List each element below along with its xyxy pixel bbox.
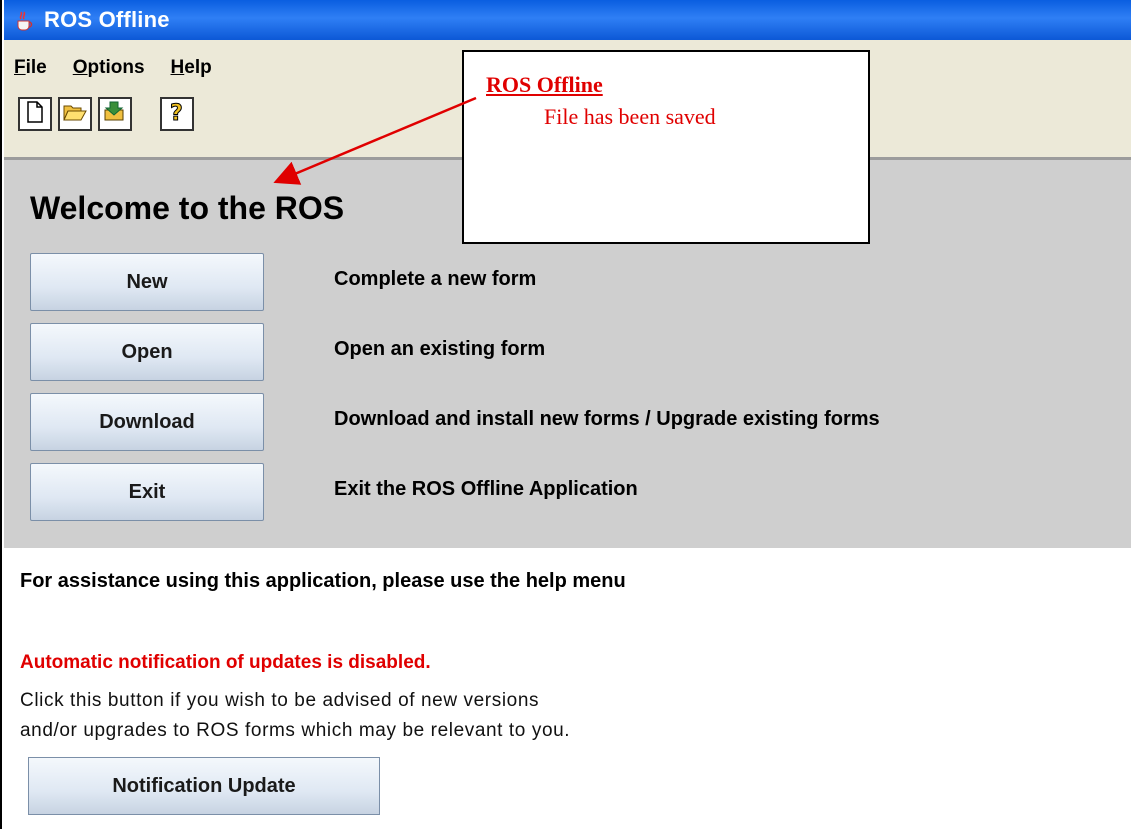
download-form-button[interactable]: Download [30, 393, 264, 451]
new-file-icon [25, 100, 45, 129]
notification-info-line-2: and/or upgrades to ROS forms which may b… [20, 720, 571, 741]
menu-options-mnemonic: O [72, 57, 88, 78]
exit-description: Exit the ROS Offline Application [334, 478, 638, 500]
new-file-button[interactable] [18, 97, 52, 131]
open-description: Open an existing form [334, 338, 546, 360]
callout-message: File has been saved [544, 104, 716, 129]
menu-options[interactable]: Options [73, 57, 145, 79]
menu-help-label: elp [184, 57, 212, 78]
notification-update-button[interactable]: Notification Update [28, 757, 380, 815]
menu-help[interactable]: Help [171, 57, 212, 79]
open-file-button[interactable] [58, 97, 92, 131]
open-button[interactable]: Open [30, 323, 264, 381]
menu-file-label: ile [25, 57, 47, 78]
menu-options-label: ptions [87, 57, 145, 78]
new-button[interactable]: New [30, 253, 264, 311]
new-description: Complete a new form [334, 268, 537, 290]
application-window: ROS Offline File Options Help ? Welcome … [0, 0, 1131, 829]
download-description: Download and install new forms / Upgrade… [334, 408, 880, 430]
download-icon [102, 100, 128, 129]
exit-button[interactable]: Exit [30, 463, 264, 521]
help-button[interactable]: ? [160, 97, 194, 131]
notification-info: Click this button if you wish to be advi… [20, 686, 570, 746]
help-icon: ? [166, 99, 188, 130]
download-button[interactable] [98, 97, 132, 131]
menu-file-mnemonic: F [14, 57, 26, 78]
menu-file[interactable]: File [14, 57, 47, 79]
open-folder-icon [62, 101, 88, 128]
assistance-text: For assistance using this application, p… [20, 570, 626, 592]
svg-text:?: ? [170, 101, 183, 125]
title-bar[interactable]: ROS Offline [4, 0, 1131, 40]
welcome-heading: Welcome to the ROS [30, 190, 345, 226]
notification-warning: Automatic notification of updates is dis… [20, 652, 431, 673]
callout-title: ROS Offline [486, 72, 603, 97]
window-title: ROS Offline [44, 7, 170, 32]
menu-help-mnemonic: H [170, 57, 185, 78]
saved-callout: ROS Offline File has been saved [462, 50, 870, 244]
java-cup-icon [10, 6, 38, 34]
notification-info-line-1: Click this button if you wish to be advi… [20, 690, 540, 711]
